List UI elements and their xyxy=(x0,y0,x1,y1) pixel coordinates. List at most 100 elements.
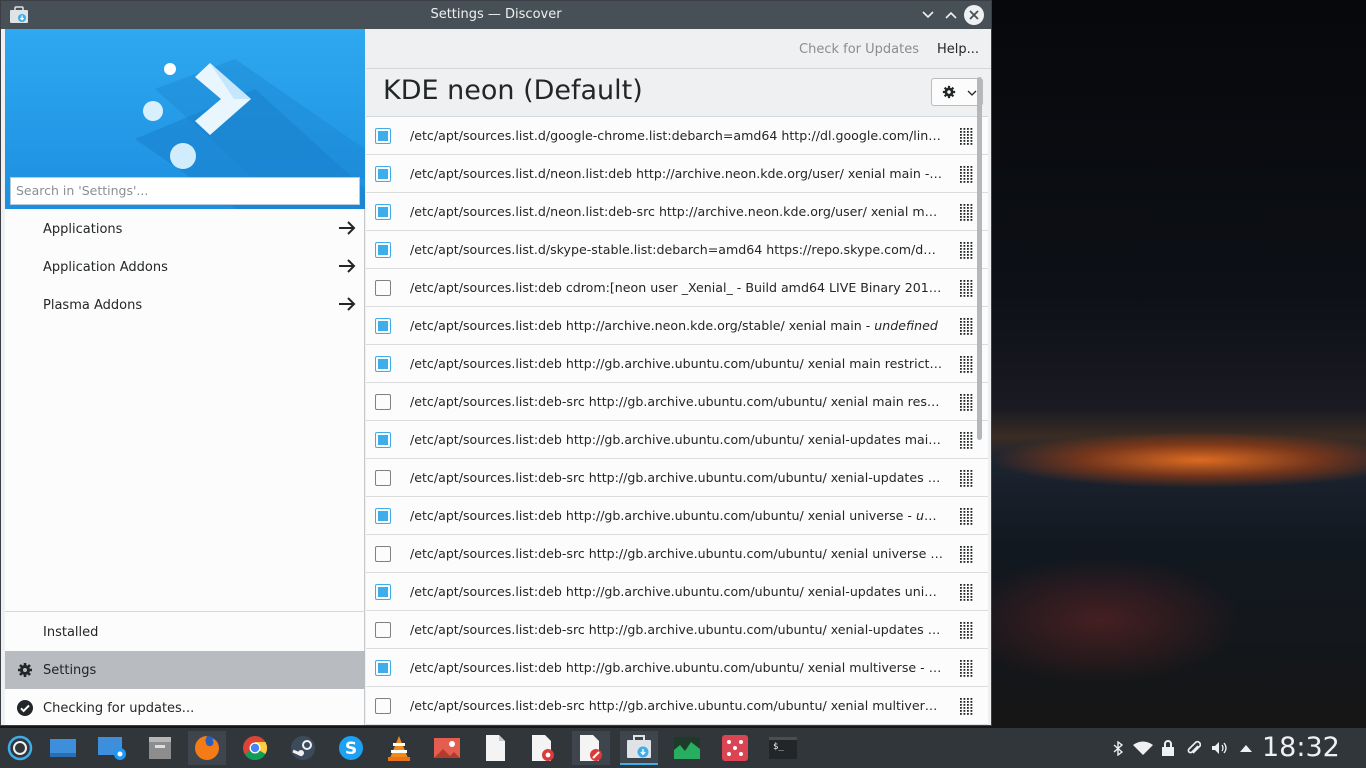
window-menu-button[interactable] xyxy=(918,5,938,25)
source-enabled-checkbox[interactable] xyxy=(375,318,391,334)
taskbar-app-show-desktop[interactable] xyxy=(44,731,82,765)
window-titlebar[interactable]: Settings — Discover xyxy=(1,1,991,29)
source-options-button[interactable] xyxy=(931,78,983,106)
document-editor-icon xyxy=(578,734,604,762)
drag-handle-icon[interactable] xyxy=(957,621,975,639)
drag-handle-icon[interactable] xyxy=(957,355,975,373)
maximize-button[interactable] xyxy=(941,5,961,25)
drag-handle-icon[interactable] xyxy=(957,317,975,335)
checkmark-circle-icon xyxy=(17,700,33,716)
taskbar-app-document-viewer[interactable] xyxy=(524,731,562,765)
drag-handle-icon[interactable] xyxy=(957,203,975,221)
source-row[interactable]: /etc/apt/sources.list:deb http://gb.arch… xyxy=(366,345,988,383)
source-enabled-checkbox[interactable] xyxy=(375,508,391,524)
source-enabled-checkbox[interactable] xyxy=(375,280,391,296)
lock-icon[interactable] xyxy=(1160,740,1176,756)
source-enabled-checkbox[interactable] xyxy=(375,204,391,220)
close-button[interactable] xyxy=(964,5,984,25)
source-row[interactable]: /etc/apt/sources.list:deb-src http://gb.… xyxy=(366,687,988,725)
check-for-updates-button[interactable]: Check for Updates xyxy=(799,42,919,57)
source-row[interactable]: /etc/apt/sources.list.d/skype-stable.lis… xyxy=(366,231,988,269)
taskbar-app-dice-app[interactable] xyxy=(716,731,754,765)
taskbar-app-steam[interactable] xyxy=(284,731,322,765)
source-enabled-checkbox[interactable] xyxy=(375,470,391,486)
drag-handle-icon[interactable] xyxy=(957,583,975,601)
taskbar-app-system-monitor[interactable] xyxy=(668,731,706,765)
source-enabled-checkbox[interactable] xyxy=(375,394,391,410)
taskbar-app-vlc[interactable] xyxy=(380,731,418,765)
search-input[interactable]: Search in 'Settings'... xyxy=(10,177,360,205)
source-enabled-checkbox[interactable] xyxy=(375,660,391,676)
source-enabled-checkbox[interactable] xyxy=(375,546,391,562)
source-row[interactable]: /etc/apt/sources.list.d/google-chrome.li… xyxy=(366,117,988,155)
drag-handle-icon[interactable] xyxy=(957,165,975,183)
source-row[interactable]: /etc/apt/sources.list:deb http://gb.arch… xyxy=(366,497,988,535)
nav-item-application-addons[interactable]: Application Addons xyxy=(5,248,365,286)
source-row[interactable]: /etc/apt/sources.list:deb cdrom:[neon us… xyxy=(366,269,988,307)
taskbar-app-archive-manager[interactable] xyxy=(141,731,179,765)
source-enabled-checkbox[interactable] xyxy=(375,356,391,372)
nav-item-applications[interactable]: Applications xyxy=(5,210,365,248)
taskbar-app-document-editor[interactable] xyxy=(572,731,610,765)
nav-item-plasma-addons[interactable]: Plasma Addons xyxy=(5,286,365,324)
document-viewer-icon xyxy=(530,734,556,762)
taskbar-app-image-viewer[interactable] xyxy=(428,731,466,765)
source-enabled-checkbox[interactable] xyxy=(375,432,391,448)
drag-handle-icon[interactable] xyxy=(957,545,975,563)
drag-handle-icon[interactable] xyxy=(957,697,975,715)
source-row[interactable]: /etc/apt/sources.list.d/neon.list:deb ht… xyxy=(366,155,988,193)
taskbar-app-skype[interactable]: S xyxy=(332,731,370,765)
list-scrollbar[interactable] xyxy=(977,77,982,440)
volume-icon[interactable] xyxy=(1211,740,1227,756)
source-line: /etc/apt/sources.list:deb-src http://gb.… xyxy=(410,622,943,637)
taskbar-app-terminal[interactable]: $_ xyxy=(764,731,802,765)
paperclip-icon[interactable] xyxy=(1186,740,1202,756)
source-row[interactable]: /etc/apt/sources.list:deb-src http://gb.… xyxy=(366,383,988,421)
bluetooth-icon[interactable] xyxy=(1110,740,1126,756)
svg-text:S: S xyxy=(345,739,357,759)
drag-handle-icon[interactable] xyxy=(957,507,975,525)
source-enabled-checkbox[interactable] xyxy=(375,242,391,258)
taskbar-app-text-document[interactable] xyxy=(476,731,514,765)
help-menu-button[interactable]: Help... xyxy=(937,42,979,57)
drag-handle-icon[interactable] xyxy=(957,127,975,145)
drag-handle-icon[interactable] xyxy=(957,431,975,449)
source-row[interactable]: /etc/apt/sources.list:deb http://gb.arch… xyxy=(366,649,988,687)
source-text: /etc/apt/sources.list.d/skype-stable.lis… xyxy=(410,242,943,257)
source-enabled-checkbox[interactable] xyxy=(375,166,391,182)
nav-item-label: Applications xyxy=(43,221,123,237)
source-enabled-checkbox[interactable] xyxy=(375,128,391,144)
source-enabled-checkbox[interactable] xyxy=(375,698,391,714)
nav-item-label: Application Addons xyxy=(43,259,168,275)
nav-item-installed[interactable]: Installed xyxy=(5,613,365,651)
source-row[interactable]: /etc/apt/sources.list:deb-src http://gb.… xyxy=(366,459,988,497)
clock[interactable]: 18:32 xyxy=(1262,732,1340,763)
gear-icon xyxy=(18,663,32,677)
skype-icon: S xyxy=(337,734,365,762)
drag-handle-icon[interactable] xyxy=(957,279,975,297)
taskbar-app-application-launcher[interactable] xyxy=(1,731,39,765)
taskbar-app-firefox[interactable] xyxy=(188,731,226,765)
taskbar-app-screenshot-tool[interactable] xyxy=(93,731,131,765)
source-row[interactable]: /etc/apt/sources.list:deb-src http://gb.… xyxy=(366,535,988,573)
source-enabled-checkbox[interactable] xyxy=(375,584,391,600)
source-line: /etc/apt/sources.list:deb http://gb.arch… xyxy=(410,584,943,599)
source-row[interactable]: /etc/apt/sources.list:deb http://gb.arch… xyxy=(366,421,988,459)
drag-handle-icon[interactable] xyxy=(957,469,975,487)
taskbar-app-chrome[interactable] xyxy=(236,731,274,765)
gear-icon xyxy=(942,85,956,99)
taskbar-app-discover[interactable] xyxy=(620,731,658,765)
drag-handle-icon[interactable] xyxy=(957,241,975,259)
tray-expand-icon[interactable] xyxy=(1238,740,1254,756)
source-row[interactable]: /etc/apt/sources.list.d/neon.list:deb-sr… xyxy=(366,193,988,231)
wifi-icon[interactable] xyxy=(1133,740,1153,756)
source-row[interactable]: /etc/apt/sources.list:deb-src http://gb.… xyxy=(366,611,988,649)
source-row[interactable]: /etc/apt/sources.list:deb http://gb.arch… xyxy=(366,573,988,611)
update-status[interactable]: Checking for updates... xyxy=(5,689,365,727)
drag-handle-icon[interactable] xyxy=(957,393,975,411)
nav-item-settings[interactable]: Settings xyxy=(5,651,365,689)
drag-handle-icon[interactable] xyxy=(957,659,975,677)
source-row[interactable]: /etc/apt/sources.list:deb http://archive… xyxy=(366,307,988,345)
close-icon xyxy=(969,10,979,20)
source-enabled-checkbox[interactable] xyxy=(375,622,391,638)
